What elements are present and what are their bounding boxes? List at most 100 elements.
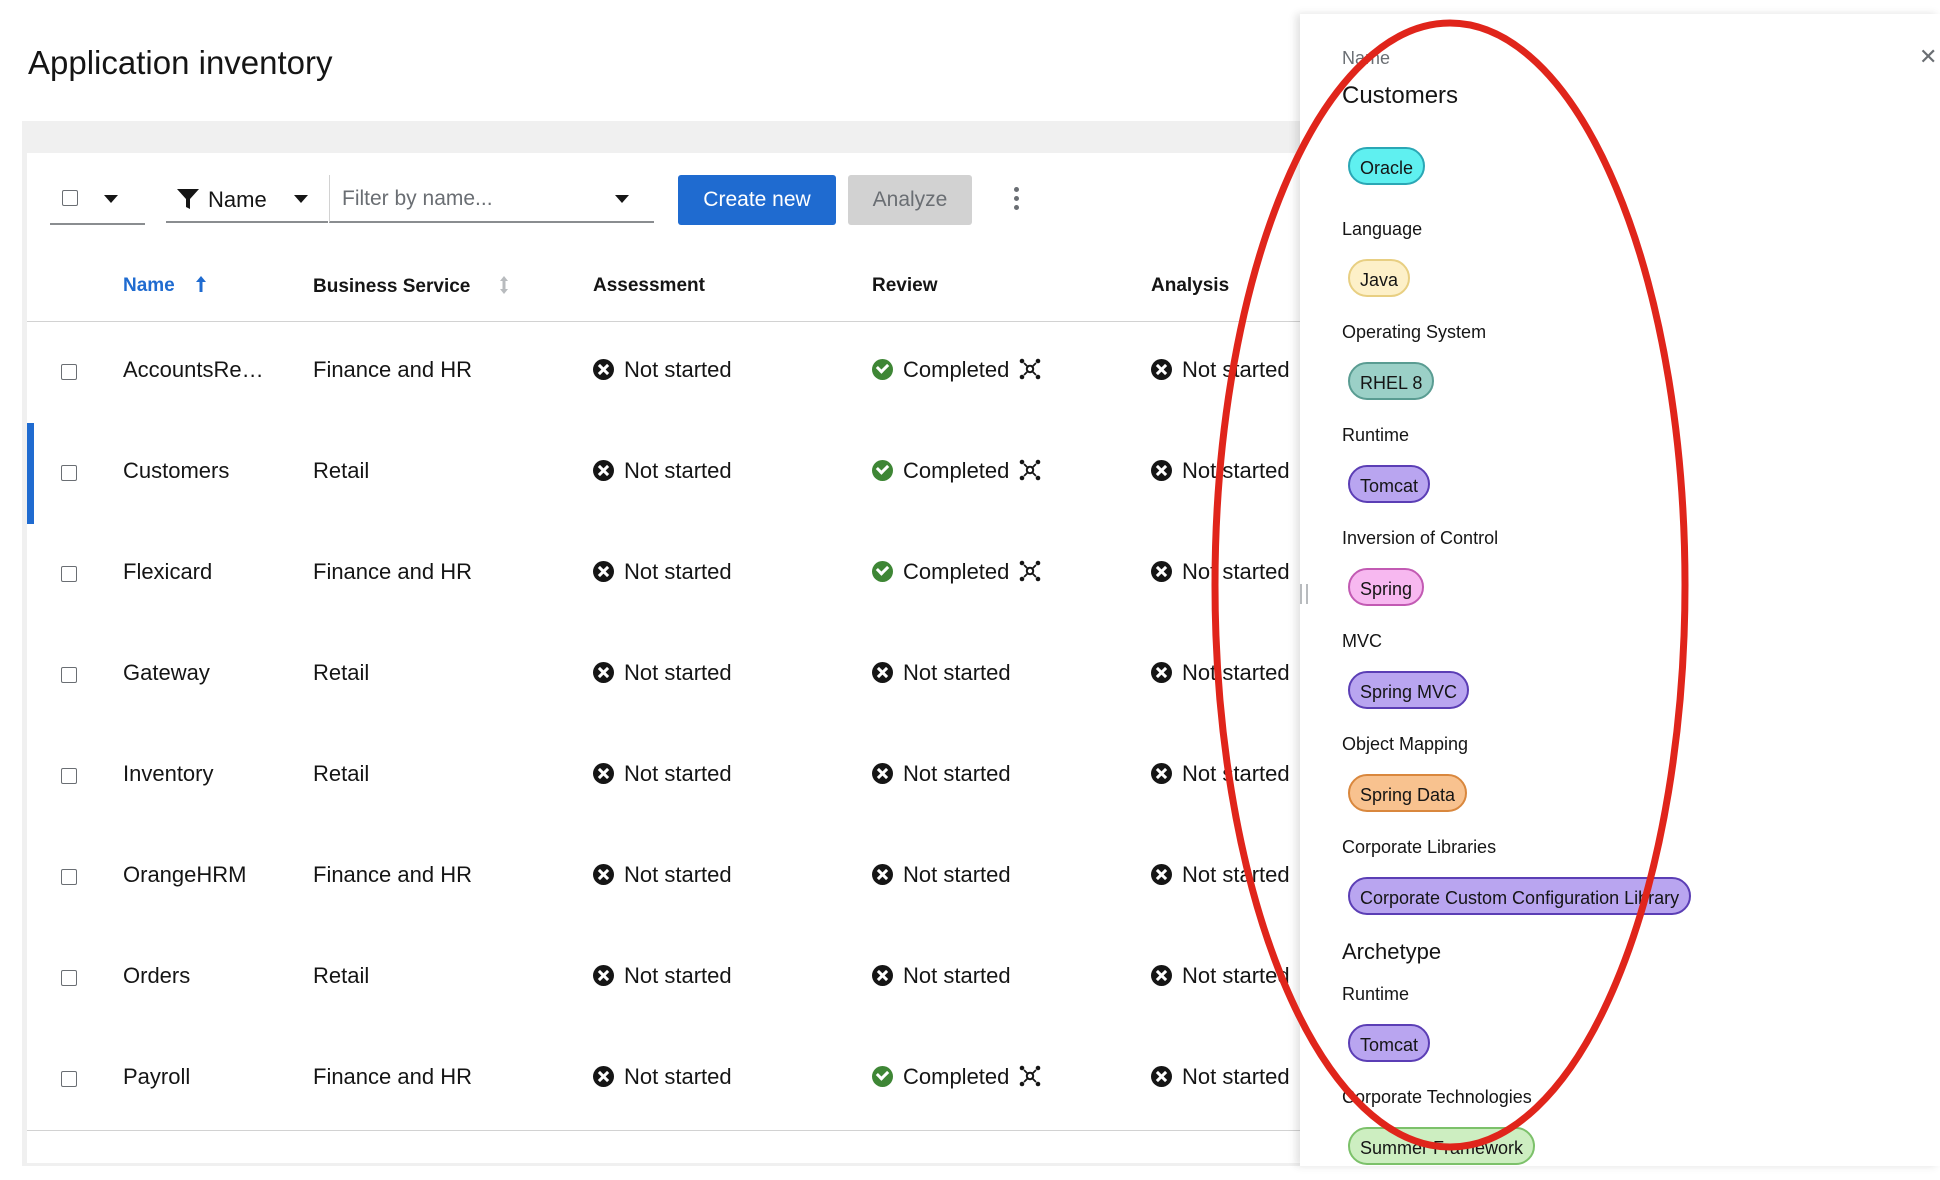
tag-category-label: Runtime	[1342, 425, 1410, 445]
tag-pill: RHEL 8	[1348, 362, 1435, 400]
tag-pill: Tomcat	[1348, 465, 1431, 503]
select-all-checkbox[interactable]	[62, 190, 78, 206]
row-checkbox[interactable]	[61, 364, 77, 380]
tag-category-label: Runtime	[1342, 984, 1410, 1004]
times-circle-icon	[1151, 1066, 1172, 1087]
status-text: Not started	[1182, 761, 1290, 786]
table-header: Name Business Service Assessment Review …	[27, 253, 1300, 322]
table-row[interactable]: OrangeHRM Finance and HR Not started Not st…	[27, 827, 1300, 929]
status-text: Not started	[624, 862, 732, 887]
status-text: Not started	[624, 660, 732, 685]
table-row[interactable]: Flexicard Finance and HR Not started Comple…	[27, 524, 1300, 626]
analyze-button[interactable]: Analyze	[848, 175, 972, 225]
row-checkbox[interactable]	[61, 869, 77, 885]
tag-pill: Tomcat	[1348, 1024, 1431, 1062]
caret-down-icon[interactable]	[615, 195, 629, 203]
cell-assessment: Not started	[593, 458, 732, 484]
times-circle-icon	[593, 359, 614, 380]
page-title: Application inventory	[28, 44, 333, 81]
sort-ascending-icon	[196, 276, 207, 292]
table-row[interactable]: Gateway Retail Not started Not started Not s…	[27, 625, 1300, 727]
network-icon[interactable]	[1019, 358, 1041, 380]
network-icon[interactable]	[1019, 1065, 1041, 1087]
cell-assessment: Not started	[593, 761, 732, 787]
cell-analysis: Not started	[1151, 862, 1290, 888]
times-circle-icon	[872, 662, 893, 683]
archetype-section-title: Archetype	[1342, 939, 1442, 964]
filter-input-wrapper	[329, 175, 654, 223]
cell-review: Completed	[872, 458, 1041, 484]
times-circle-icon	[1151, 864, 1172, 885]
cell-review: Completed	[872, 357, 1041, 383]
table-row[interactable]: Customers Retail Not started Completed Not s…	[27, 423, 1300, 525]
create-new-button[interactable]: Create new	[678, 175, 836, 225]
column-header-name[interactable]: Name	[123, 275, 208, 297]
tag-category-label: Object Mapping	[1342, 734, 1469, 754]
tag-category-label: MVC	[1342, 631, 1382, 651]
times-circle-icon	[1151, 561, 1172, 582]
cell-assessment: Not started	[593, 357, 732, 383]
cell-review: Not started	[872, 761, 1011, 787]
kebab-menu-icon[interactable]	[1010, 187, 1022, 213]
table-row[interactable]: Payroll Finance and HR Not started Complete…	[27, 1029, 1300, 1131]
check-circle-icon	[872, 561, 893, 582]
column-header-assessment[interactable]: Assessment	[593, 275, 705, 297]
status-text: Not started	[1182, 862, 1290, 887]
column-header-business-service[interactable]: Business Service	[313, 275, 510, 298]
cell-name: AccountsRe…	[123, 357, 264, 382]
tag-category-label: Language	[1342, 219, 1423, 239]
status-text: Not started	[624, 357, 732, 382]
close-icon[interactable]: ✕	[1919, 44, 1937, 70]
tag-category-label: Operating System	[1342, 322, 1487, 342]
status-text: Not started	[624, 458, 732, 483]
row-checkbox[interactable]	[61, 566, 77, 582]
filter-icon	[177, 189, 199, 209]
times-circle-icon	[593, 763, 614, 784]
cell-analysis: Not started	[1151, 1064, 1290, 1090]
cell-business-service: Retail	[313, 761, 370, 786]
cell-analysis: Not started	[1151, 660, 1290, 686]
times-circle-icon	[1151, 662, 1172, 683]
status-text: Not started	[903, 862, 1011, 887]
application-name: Customers	[1342, 82, 1459, 109]
times-circle-icon	[872, 763, 893, 784]
status-text: Not started	[1182, 1064, 1290, 1089]
cell-analysis: Not started	[1151, 761, 1290, 787]
column-header-review[interactable]: Review	[872, 275, 937, 297]
status-text: Not started	[1182, 559, 1290, 584]
table-row[interactable]: Orders Retail Not started Not started Not st…	[27, 928, 1300, 1030]
times-circle-icon	[1151, 359, 1172, 380]
tag-pill: Spring	[1348, 568, 1425, 606]
drawer-resize-handle[interactable]	[1300, 584, 1308, 604]
check-circle-icon	[872, 1066, 893, 1087]
filter-type-label: Name	[208, 187, 267, 212]
table-row[interactable]: AccountsRe… Finance and HR Not started Comp…	[27, 322, 1300, 424]
network-icon[interactable]	[1019, 560, 1041, 582]
row-checkbox[interactable]	[61, 465, 77, 481]
caret-down-icon[interactable]	[104, 195, 118, 203]
column-header-analysis[interactable]: Analysis	[1151, 275, 1229, 297]
row-checkbox[interactable]	[61, 768, 77, 784]
row-selected-indicator	[27, 423, 34, 524]
filter-type-select[interactable]: Name	[166, 175, 328, 223]
name-label: Name	[1342, 48, 1391, 68]
times-circle-icon	[593, 460, 614, 481]
status-text: Not started	[624, 761, 732, 786]
bulk-select[interactable]	[50, 175, 145, 225]
table-row[interactable]: Inventory Retail Not started Not started Not…	[27, 726, 1300, 828]
tag-pill: Summer Framework	[1348, 1127, 1536, 1165]
times-circle-icon	[593, 1066, 614, 1087]
status-text: Not started	[903, 660, 1011, 685]
times-circle-icon	[1151, 763, 1172, 784]
row-checkbox[interactable]	[61, 1071, 77, 1087]
sort-icon	[499, 276, 508, 294]
cell-review: Not started	[872, 660, 1011, 686]
row-checkbox[interactable]	[61, 667, 77, 683]
row-checkbox[interactable]	[61, 970, 77, 986]
network-icon[interactable]	[1019, 459, 1041, 481]
times-circle-icon	[593, 561, 614, 582]
cell-analysis: Not started	[1151, 963, 1290, 989]
tag-pill: Oracle	[1348, 147, 1426, 185]
filter-by-name-input[interactable]	[340, 183, 604, 215]
status-text: Not started	[903, 761, 1011, 786]
